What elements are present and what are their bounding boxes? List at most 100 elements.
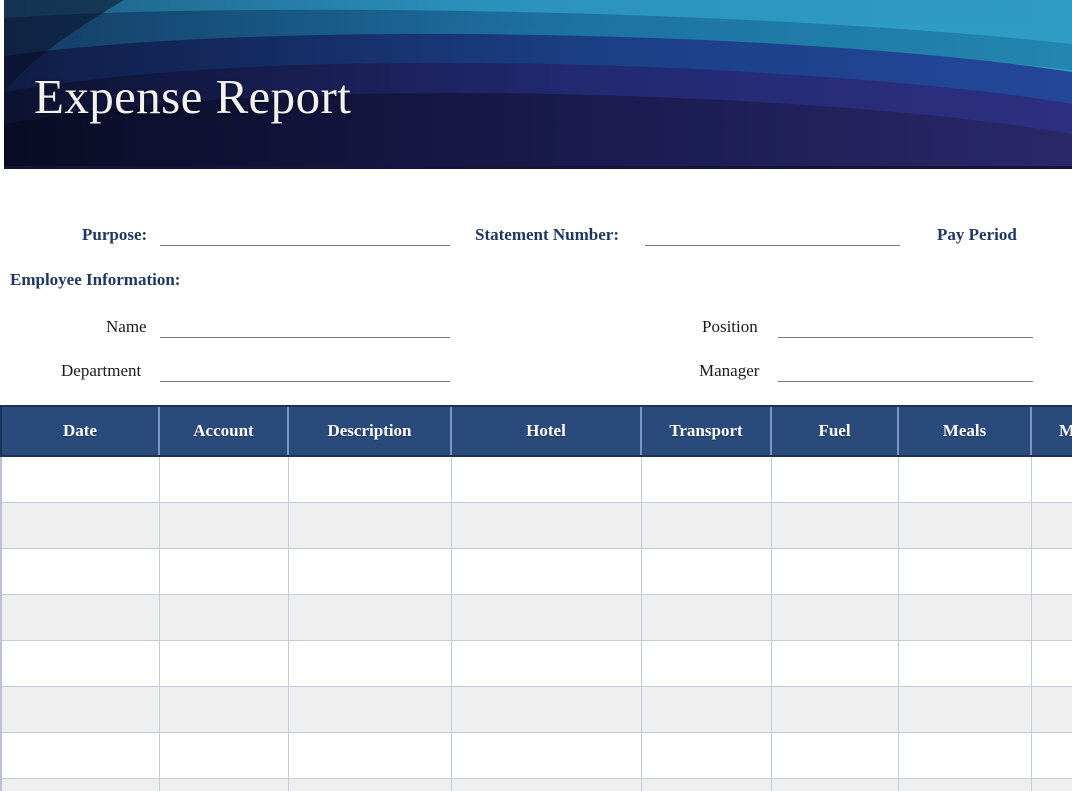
name-input[interactable] <box>160 337 450 338</box>
column-header-hotel[interactable]: Hotel <box>451 406 641 456</box>
purpose-input[interactable] <box>160 245 450 246</box>
table-cell-meals[interactable] <box>898 687 1031 733</box>
table-row <box>1 595 1072 641</box>
table-row <box>1 641 1072 687</box>
table-cell-description[interactable] <box>288 549 451 595</box>
table-cell-fuel[interactable] <box>771 503 898 549</box>
column-header-date[interactable]: Date <box>1 406 159 456</box>
table-cell-fuel[interactable] <box>771 733 898 779</box>
table-cell-date[interactable] <box>1 595 159 641</box>
column-header-description[interactable]: Description <box>288 406 451 456</box>
table-cell-hotel[interactable] <box>451 733 641 779</box>
table-cell-hotel[interactable] <box>451 456 641 503</box>
table-cell-misc[interactable] <box>1031 595 1072 641</box>
table-cell-meals[interactable] <box>898 641 1031 687</box>
table-cell-account[interactable] <box>159 503 288 549</box>
table-cell-description[interactable] <box>288 733 451 779</box>
expense-table-head: DateAccountDescriptionHotelTransportFuel… <box>1 406 1072 456</box>
department-label: Department <box>61 361 141 381</box>
table-cell-transport[interactable] <box>641 779 771 791</box>
table-cell-misc[interactable] <box>1031 687 1072 733</box>
table-cell-date[interactable] <box>1 549 159 595</box>
expense-table-container: DateAccountDescriptionHotelTransportFuel… <box>0 405 1072 791</box>
employee-information-heading: Employee Information: <box>10 270 180 290</box>
table-header-row: DateAccountDescriptionHotelTransportFuel… <box>1 406 1072 456</box>
table-cell-hotel[interactable] <box>451 549 641 595</box>
table-cell-transport[interactable] <box>641 687 771 733</box>
pay-period-label: Pay Period <box>937 225 1017 245</box>
table-cell-account[interactable] <box>159 595 288 641</box>
table-row <box>1 687 1072 733</box>
form-section: Purpose: Statement Number: Pay Period Em… <box>0 169 1072 405</box>
table-row <box>1 733 1072 779</box>
purpose-label: Purpose: <box>82 225 147 245</box>
table-cell-misc[interactable] <box>1031 456 1072 503</box>
table-cell-hotel[interactable] <box>451 779 641 791</box>
table-cell-misc[interactable] <box>1031 549 1072 595</box>
table-cell-fuel[interactable] <box>771 456 898 503</box>
table-row <box>1 549 1072 595</box>
column-header-transport[interactable]: Transport <box>641 406 771 456</box>
table-row <box>1 503 1072 549</box>
position-label: Position <box>702 317 758 337</box>
table-cell-account[interactable] <box>159 549 288 595</box>
table-cell-account[interactable] <box>159 733 288 779</box>
table-cell-meals[interactable] <box>898 779 1031 791</box>
table-cell-meals[interactable] <box>898 733 1031 779</box>
position-input[interactable] <box>778 337 1033 338</box>
table-cell-transport[interactable] <box>641 595 771 641</box>
table-cell-account[interactable] <box>159 456 288 503</box>
table-cell-misc[interactable] <box>1031 503 1072 549</box>
table-cell-hotel[interactable] <box>451 687 641 733</box>
table-cell-date[interactable] <box>1 779 159 791</box>
table-cell-fuel[interactable] <box>771 687 898 733</box>
table-row <box>1 456 1072 503</box>
department-input[interactable] <box>160 381 450 382</box>
table-cell-date[interactable] <box>1 687 159 733</box>
table-cell-hotel[interactable] <box>451 503 641 549</box>
table-cell-transport[interactable] <box>641 641 771 687</box>
table-cell-transport[interactable] <box>641 549 771 595</box>
table-cell-account[interactable] <box>159 641 288 687</box>
table-cell-misc[interactable] <box>1031 733 1072 779</box>
table-cell-account[interactable] <box>159 779 288 791</box>
table-cell-meals[interactable] <box>898 595 1031 641</box>
table-cell-transport[interactable] <box>641 456 771 503</box>
table-cell-hotel[interactable] <box>451 595 641 641</box>
table-cell-fuel[interactable] <box>771 779 898 791</box>
table-cell-transport[interactable] <box>641 733 771 779</box>
table-cell-date[interactable] <box>1 456 159 503</box>
table-cell-transport[interactable] <box>641 503 771 549</box>
table-cell-misc[interactable] <box>1031 779 1072 791</box>
column-header-misc[interactable]: Misc <box>1031 406 1072 456</box>
table-cell-fuel[interactable] <box>771 549 898 595</box>
expense-report-page: Expense Report Purpose: Statement Number… <box>0 0 1072 791</box>
table-cell-misc[interactable] <box>1031 641 1072 687</box>
expense-table: DateAccountDescriptionHotelTransportFuel… <box>0 405 1072 791</box>
table-cell-description[interactable] <box>288 595 451 641</box>
table-cell-description[interactable] <box>288 687 451 733</box>
statement-number-label: Statement Number: <box>475 225 619 245</box>
table-cell-account[interactable] <box>159 687 288 733</box>
page-title: Expense Report <box>34 72 351 121</box>
table-cell-hotel[interactable] <box>451 641 641 687</box>
manager-input[interactable] <box>778 381 1033 382</box>
table-cell-fuel[interactable] <box>771 595 898 641</box>
table-cell-meals[interactable] <box>898 503 1031 549</box>
table-cell-description[interactable] <box>288 779 451 791</box>
column-header-meals[interactable]: Meals <box>898 406 1031 456</box>
table-cell-date[interactable] <box>1 503 159 549</box>
statement-number-input[interactable] <box>645 245 900 246</box>
manager-label: Manager <box>699 361 759 381</box>
column-header-account[interactable]: Account <box>159 406 288 456</box>
table-cell-description[interactable] <box>288 456 451 503</box>
table-cell-meals[interactable] <box>898 456 1031 503</box>
table-cell-meals[interactable] <box>898 549 1031 595</box>
table-cell-date[interactable] <box>1 641 159 687</box>
table-cell-date[interactable] <box>1 733 159 779</box>
table-cell-description[interactable] <box>288 641 451 687</box>
table-cell-fuel[interactable] <box>771 641 898 687</box>
expense-table-body <box>1 456 1072 791</box>
column-header-fuel[interactable]: Fuel <box>771 406 898 456</box>
table-cell-description[interactable] <box>288 503 451 549</box>
